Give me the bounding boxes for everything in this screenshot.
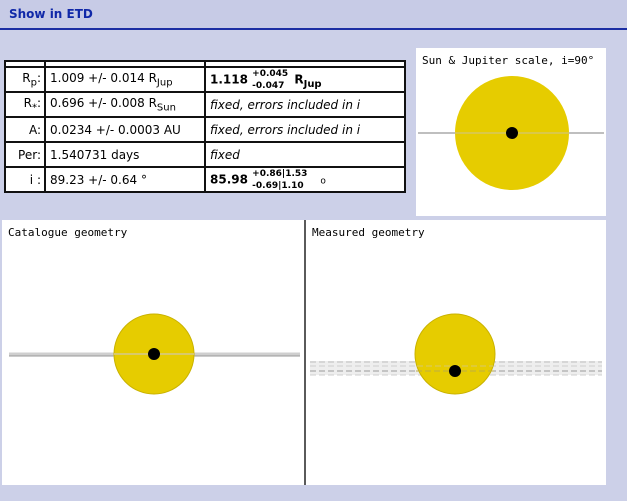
param-measured-rp: 1.118 +0.045 -0.047 RJup [204, 66, 406, 93]
sun-jupiter-scale-panel: Sun & Jupiter scale, i=90° [416, 48, 606, 216]
star-disc [414, 313, 496, 395]
param-key-a: A: [4, 116, 46, 143]
table-row: Per: 1.540731 days fixed [4, 141, 406, 168]
table-row: R*: 0.696 +/- 0.008 RSun fixed, errors i… [4, 91, 406, 118]
planet-dot [506, 127, 518, 139]
planet-dot [148, 348, 160, 360]
table-row: i : 89.23 +/- 0.64 ° 85.98 +0.86|1.53 -0.… [4, 166, 406, 193]
parameters-table: Rp: 1.009 +/- 0.014 RJup 1.118 +0.045 -0.… [4, 60, 406, 193]
param-key-i: i : [4, 166, 46, 193]
show-in-etd-link[interactable]: Show in ETD [9, 7, 93, 21]
param-measured-per: fixed [204, 141, 406, 168]
measured-diagram [310, 313, 602, 395]
param-value-rp: 1.009 +/- 0.014 RJup [44, 66, 206, 93]
measured-geometry-panel: Measured geometry [306, 220, 606, 485]
catalogue-geometry-panel: Catalogue geometry [2, 220, 304, 485]
scale-diagram [418, 76, 604, 190]
table-row: A: 0.0234 +/- 0.0003 AU fixed, errors in… [4, 116, 406, 143]
param-value-per: 1.540731 days [44, 141, 206, 168]
param-key-rp: Rp: [4, 66, 46, 93]
param-measured-a: fixed, errors included in i [204, 116, 406, 143]
planet-dot [449, 365, 461, 377]
param-key-rstar: R*: [4, 91, 46, 118]
param-measured-rstar: fixed, errors included in i [204, 91, 406, 118]
param-key-per: Per: [4, 141, 46, 168]
top-bar: Show in ETD [0, 0, 627, 30]
catalogue-diagram [9, 313, 300, 395]
param-value-rstar: 0.696 +/- 0.008 RSun [44, 91, 206, 118]
param-measured-i: 85.98 +0.86|1.53 -0.69|1.10 o [204, 166, 406, 193]
table-row: Rp: 1.009 +/- 0.014 RJup 1.118 +0.045 -0.… [4, 66, 406, 93]
param-value-i: 89.23 +/- 0.64 ° [44, 166, 206, 193]
param-value-a: 0.0234 +/- 0.0003 AU [44, 116, 206, 143]
